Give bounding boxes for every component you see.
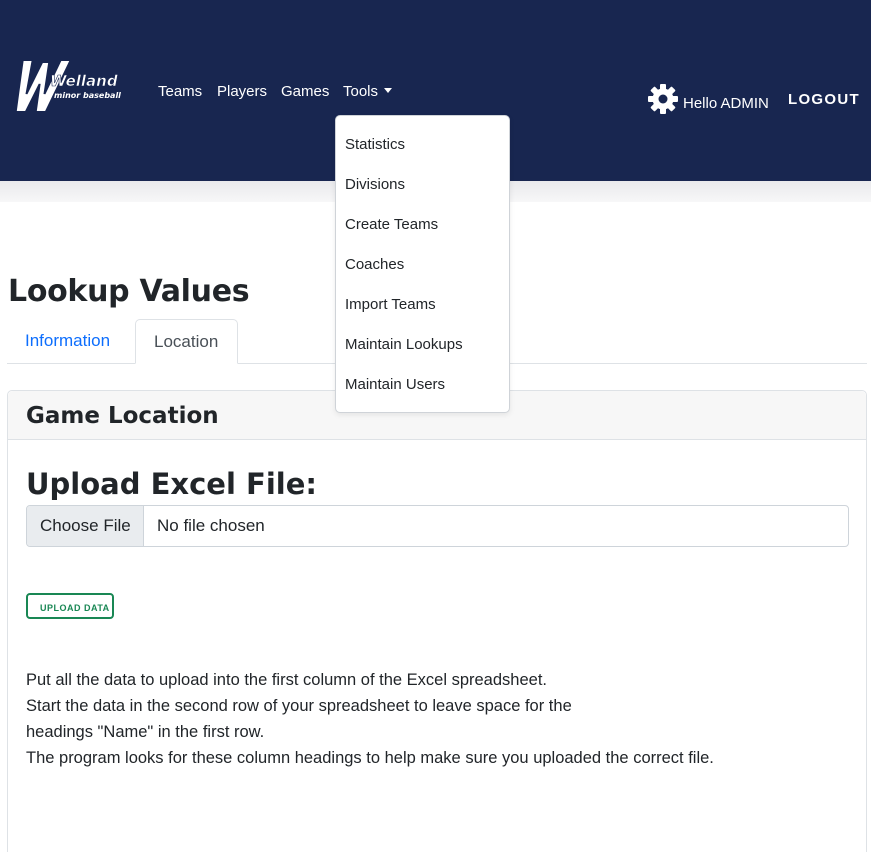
game-location-card: Game Location Upload Excel File: Choose …	[7, 390, 867, 852]
instruction-line: headings "Name" in the first row.	[26, 723, 265, 741]
menu-item-maintain-users[interactable]: Maintain Users	[336, 376, 509, 416]
instruction-line: The program looks for these column headi…	[26, 749, 714, 767]
tab-information[interactable]: Information	[7, 319, 128, 364]
nav-teams[interactable]: Teams	[158, 83, 202, 100]
svg-text:Welland: Welland	[50, 72, 118, 90]
menu-item-coaches[interactable]: Coaches	[336, 256, 509, 296]
choose-file-button[interactable]: Choose File	[27, 506, 144, 546]
user-greeting: Hello ADMIN	[683, 95, 769, 112]
menu-item-import-teams[interactable]: Import Teams	[336, 296, 509, 336]
instructions: Put all the data to upload into the firs…	[26, 667, 714, 771]
svg-text:minor baseball: minor baseball	[54, 91, 121, 100]
nav-players[interactable]: Players	[217, 83, 267, 100]
menu-item-create-teams[interactable]: Create Teams	[336, 216, 509, 256]
instruction-line: Put all the data to upload into the firs…	[26, 671, 547, 689]
menu-item-statistics[interactable]: Statistics	[336, 136, 509, 176]
file-input[interactable]: Choose File No file chosen	[26, 505, 849, 547]
file-status: No file chosen	[157, 516, 265, 535]
tools-dropdown-menu: Statistics Divisions Create Teams Coache…	[335, 115, 510, 413]
tab-location[interactable]: Location	[135, 319, 238, 364]
nav-tools-dropdown[interactable]: Tools	[343, 83, 393, 100]
gear-icon[interactable]	[647, 83, 679, 115]
upload-title: Upload Excel File:	[26, 467, 317, 501]
logout-button[interactable]: LOGOUT	[788, 91, 860, 108]
upload-data-button[interactable]: UPLOAD DATA	[26, 593, 114, 619]
menu-item-divisions[interactable]: Divisions	[336, 176, 509, 216]
caret-down-icon	[384, 88, 393, 93]
nav-tools-label: Tools	[343, 83, 379, 100]
page-title: Lookup Values	[8, 274, 250, 309]
instruction-line: Start the data in the second row of your…	[26, 697, 572, 715]
menu-item-maintain-lookups[interactable]: Maintain Lookups	[336, 336, 509, 376]
nav-games[interactable]: Games	[281, 83, 329, 100]
welland-minor-baseball-logo[interactable]: Welland minor baseball	[10, 54, 132, 118]
